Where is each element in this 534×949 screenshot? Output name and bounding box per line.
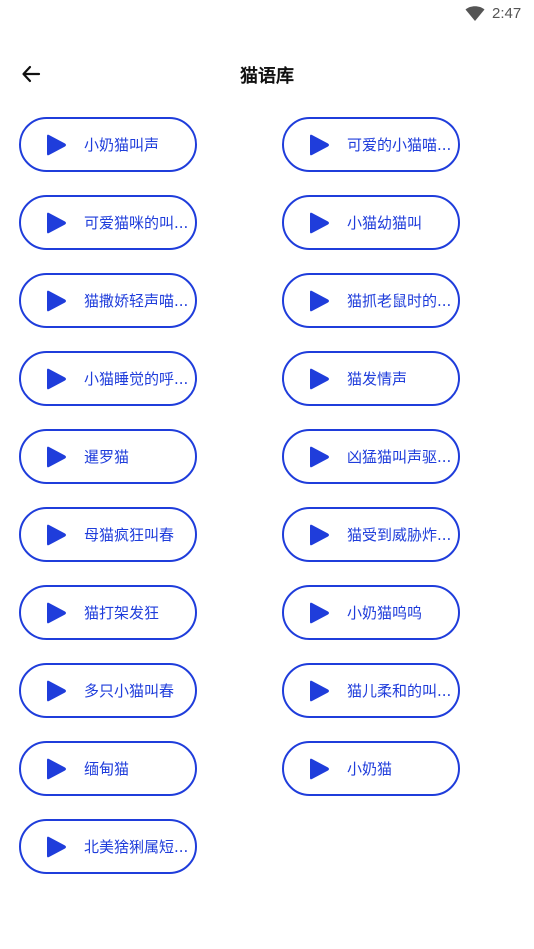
play-icon (310, 134, 329, 155)
sound-label: 小奶猫 (347, 760, 393, 778)
play-icon (47, 758, 66, 779)
play-icon (47, 446, 66, 467)
sound-label: 小猫睡觉的呼... (84, 370, 189, 388)
sound-item[interactable]: 小奶猫 (282, 741, 460, 796)
sound-label: 北美猞猁属短... (84, 838, 189, 856)
sound-item[interactable]: 可爱的小猫喵... (282, 117, 460, 172)
sound-item[interactable]: 凶猛猫叫声驱... (282, 429, 460, 484)
sound-item[interactable]: 小奶猫呜呜 (282, 585, 460, 640)
play-icon (310, 290, 329, 311)
sound-label: 母猫疯狂叫春 (84, 526, 175, 544)
play-icon (47, 290, 66, 311)
sound-item[interactable]: 可爱猫咪的叫... (19, 195, 197, 250)
sound-item[interactable]: 猫儿柔和的叫... (282, 663, 460, 718)
play-icon (47, 836, 66, 857)
sound-item[interactable]: 北美猞猁属短... (19, 819, 197, 874)
play-icon (47, 524, 66, 545)
page-title: 猫语库 (240, 66, 294, 87)
wifi-icon (465, 6, 485, 21)
play-icon (310, 524, 329, 545)
sound-label: 凶猛猫叫声驱... (347, 448, 452, 466)
sound-item[interactable]: 多只小猫叫春 (19, 663, 197, 718)
sound-label: 小猫幼猫叫 (347, 214, 423, 232)
play-icon (47, 602, 66, 623)
status-bar: 2:47 (0, 0, 534, 30)
sound-label: 暹罗猫 (84, 448, 130, 466)
status-time: 2:47 (492, 5, 522, 22)
sound-item[interactable]: 小奶猫叫声 (19, 117, 197, 172)
play-icon (310, 368, 329, 389)
sound-item[interactable]: 母猫疯狂叫春 (19, 507, 197, 562)
play-icon (310, 446, 329, 467)
play-icon (310, 212, 329, 233)
play-icon (47, 212, 66, 233)
sound-item[interactable]: 小猫睡觉的呼... (19, 351, 197, 406)
sound-item[interactable]: 缅甸猫 (19, 741, 197, 796)
sound-label: 猫抓老鼠时的... (347, 292, 452, 310)
sound-grid: 小奶猫叫声 可爱的小猫喵... 可爱猫咪的叫... 小猫幼猫叫 猫撒娇轻声喵..… (19, 117, 461, 874)
play-icon (310, 758, 329, 779)
sound-item[interactable]: 猫打架发狂 (19, 585, 197, 640)
sound-label: 猫儿柔和的叫... (347, 682, 452, 700)
sound-item[interactable]: 猫撒娇轻声喵... (19, 273, 197, 328)
sound-item[interactable]: 暹罗猫 (19, 429, 197, 484)
sound-label: 小奶猫呜呜 (347, 604, 423, 622)
sound-label: 猫受到威胁炸... (347, 526, 452, 544)
app-bar: 猫语库 (0, 52, 534, 96)
sound-item[interactable]: 猫抓老鼠时的... (282, 273, 460, 328)
play-icon (310, 602, 329, 623)
sound-label: 多只小猫叫春 (84, 682, 175, 700)
sound-item[interactable]: 猫发情声 (282, 351, 460, 406)
play-icon (47, 368, 66, 389)
sound-label: 猫撒娇轻声喵... (84, 292, 189, 310)
screen: 2:47 猫语库 小奶猫叫声 可爱的小猫喵... 可爱猫咪的叫... 小猫幼猫叫 (0, 0, 534, 949)
sound-item[interactable]: 猫受到威胁炸... (282, 507, 460, 562)
sound-label: 小奶猫叫声 (84, 136, 160, 154)
sound-label: 缅甸猫 (84, 760, 130, 778)
play-icon (47, 680, 66, 701)
sound-label: 可爱的小猫喵... (347, 136, 452, 154)
sound-label: 猫打架发狂 (84, 604, 160, 622)
sound-label: 可爱猫咪的叫... (84, 214, 189, 232)
sound-label: 猫发情声 (347, 370, 408, 388)
play-icon (310, 680, 329, 701)
sound-item[interactable]: 小猫幼猫叫 (282, 195, 460, 250)
play-icon (47, 134, 66, 155)
